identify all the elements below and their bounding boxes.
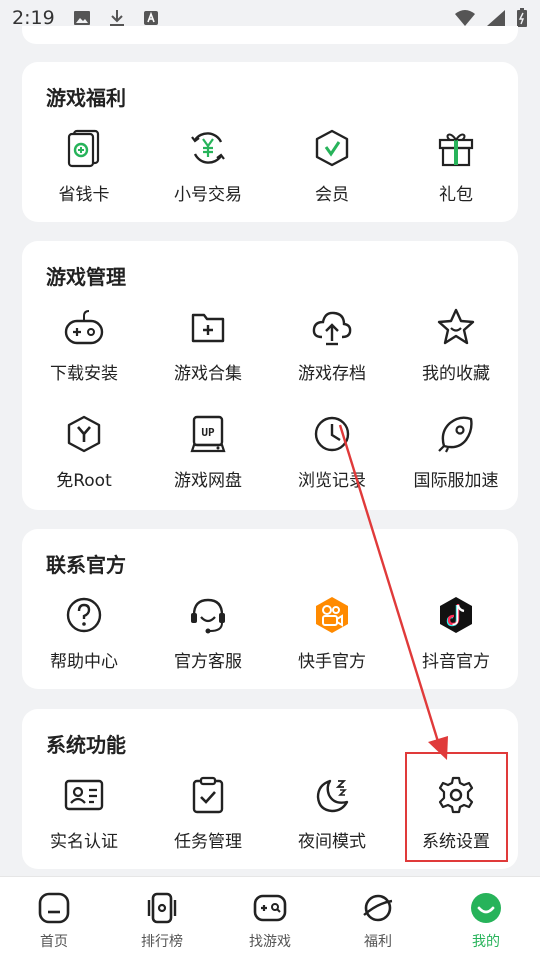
annotation-highlight-box (405, 752, 508, 862)
profile-icon (471, 893, 501, 923)
home-icon (38, 892, 70, 924)
nav-label: 福利 (364, 934, 392, 950)
nav-find-game[interactable]: 找游戏 (216, 877, 324, 960)
nav-home[interactable]: 首页 (0, 877, 108, 960)
find-game-icon (253, 894, 287, 922)
rank-icon (147, 892, 177, 924)
nav-label: 排行榜 (141, 934, 183, 950)
nav-benefits[interactable]: 福利 (324, 877, 432, 960)
planet-icon (363, 894, 393, 922)
nav-label: 首页 (40, 934, 68, 950)
nav-mine[interactable]: 我的 (432, 877, 540, 960)
nav-ranking[interactable]: 排行榜 (108, 877, 216, 960)
nav-label: 找游戏 (249, 934, 291, 950)
bottom-nav: 首页 排行榜 找游戏 福利 我的 (0, 876, 540, 960)
nav-label: 我的 (472, 934, 500, 950)
